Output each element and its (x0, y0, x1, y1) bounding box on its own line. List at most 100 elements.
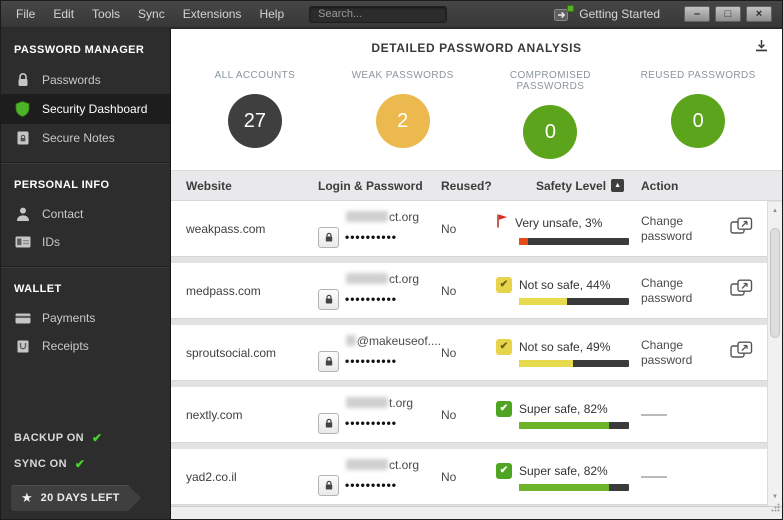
login-suffix: @makeuseof.... (357, 334, 441, 348)
website-cell: sproutsocial.com (171, 346, 318, 360)
stat-weak-passwords: WEAK PASSWORDS 2 (329, 66, 477, 170)
sidebar-item-label: IDs (42, 235, 60, 249)
sidebar-item-payments[interactable]: Payments (1, 304, 170, 332)
header-safety-level[interactable]: Safety Level ▲ (496, 179, 641, 193)
stat-circle: 2 (376, 94, 430, 148)
table-row: nextly.com t.org •••••••••• No (171, 387, 767, 443)
minimize-button[interactable]: – (684, 6, 710, 22)
change-password-action[interactable]: Change password (641, 214, 716, 244)
safety-text: Very unsafe, 3% (515, 216, 602, 230)
resize-grip-icon[interactable] (771, 499, 780, 517)
safety-bar-fill (519, 298, 567, 305)
login-password-cell: ct.org •••••••••• (318, 458, 441, 496)
safety-level-cell: Very unsafe, 3% (496, 213, 641, 245)
menu-tools[interactable]: Tools (83, 2, 129, 26)
reveal-password-button[interactable] (318, 475, 339, 496)
safety-bar-fill (519, 422, 609, 429)
menu-help[interactable]: Help (250, 2, 293, 26)
safety-bar-fill (519, 238, 528, 245)
safety-bar (519, 238, 629, 245)
reveal-password-button[interactable] (318, 227, 339, 248)
masked-password: •••••••••• (345, 416, 397, 430)
sidebar-item-secure-notes[interactable]: Secure Notes (1, 124, 170, 152)
open-in-window-icon[interactable] (730, 217, 753, 240)
login-suffix: ct.org (389, 272, 419, 286)
redacted-login (346, 273, 388, 284)
stat-circle: 0 (671, 94, 725, 148)
backup-status-label: BACKUP ON (14, 432, 84, 444)
no-action-dash (641, 414, 667, 416)
main-header: DETAILED PASSWORD ANALYSIS (171, 29, 782, 66)
menu-sync[interactable]: Sync (129, 2, 174, 26)
maximize-button[interactable]: □ (715, 6, 741, 22)
shield-icon (14, 101, 31, 117)
masked-password: •••••••••• (345, 478, 397, 492)
menu-file[interactable]: File (7, 2, 44, 26)
login-suffix: t.org (389, 396, 413, 410)
table-row: weakpass.com ct.org •••••••••• No (171, 201, 767, 257)
safety-bar (519, 298, 629, 305)
id-card-icon (14, 236, 31, 248)
download-report-icon[interactable] (755, 39, 768, 57)
page-title: DETAILED PASSWORD ANALYSIS (371, 41, 581, 55)
change-password-action[interactable]: Change password (641, 276, 716, 306)
getting-started-button[interactable]: Getting Started (554, 7, 660, 22)
section-title-password-manager: PASSWORD MANAGER (1, 29, 170, 65)
masked-password: •••••••••• (345, 230, 397, 244)
sidebar-item-label: Receipts (42, 339, 89, 353)
sidebar-item-passwords[interactable]: Passwords (1, 65, 170, 94)
safety-bar (519, 360, 629, 367)
open-in-window-icon[interactable] (730, 341, 753, 364)
login-suffix: ct.org (389, 210, 419, 224)
redacted-login (346, 397, 388, 408)
sidebar-item-receipts[interactable]: Receipts (1, 332, 170, 360)
scrollbar-thumb[interactable] (770, 228, 780, 338)
stat-circle: 0 (523, 105, 577, 159)
search-input[interactable] (309, 6, 447, 23)
safety-text: Not so safe, 49% (519, 340, 610, 354)
reveal-password-button[interactable] (318, 413, 339, 434)
stat-reused-passwords: REUSED PASSWORDS 0 (624, 66, 772, 170)
safety-text: Super safe, 82% (519, 402, 608, 416)
sidebar-item-security-dashboard[interactable]: Security Dashboard (1, 94, 170, 124)
vertical-scrollbar[interactable]: ▲ ▼ (767, 202, 782, 506)
red-flag-icon (496, 213, 508, 233)
header-website[interactable]: Website (171, 179, 318, 193)
credit-card-icon (14, 313, 31, 324)
redacted-login (346, 335, 356, 346)
sidebar-item-contact[interactable]: Contact (1, 200, 170, 228)
reveal-password-button[interactable] (318, 351, 339, 372)
warning-check-icon: ✔ (496, 277, 512, 293)
stat-circle: 27 (228, 94, 282, 148)
stat-label: REUSED PASSWORDS (624, 70, 772, 81)
header-reused[interactable]: Reused? (441, 179, 496, 193)
masked-password: •••••••••• (345, 354, 397, 368)
stat-label: WEAK PASSWORDS (329, 70, 477, 81)
sidebar-item-label: Secure Notes (42, 131, 115, 145)
open-in-window-icon[interactable] (730, 279, 753, 302)
table-header: Website Login & Password Reused? Safety … (171, 171, 782, 201)
trial-days-badge[interactable]: ★ 20 DAYS LEFT (11, 485, 141, 511)
table-row: yad2.co.il ct.org •••••••••• No (171, 449, 767, 505)
login-password-cell: ct.org •••••••••• (318, 272, 441, 310)
menu-edit[interactable]: Edit (44, 2, 83, 26)
sidebar-item-ids[interactable]: IDs (1, 228, 170, 256)
header-login-password[interactable]: Login & Password (318, 179, 441, 193)
scroll-up-icon[interactable]: ▲ (768, 204, 782, 218)
change-password-action[interactable]: Change password (641, 338, 716, 368)
close-button[interactable]: × (746, 6, 772, 22)
header-safety-level-label: Safety Level (536, 179, 606, 193)
notification-badge (567, 5, 574, 12)
safety-level-cell: ✔ Not so safe, 49% (496, 339, 641, 367)
warning-check-icon: ✔ (496, 339, 512, 355)
safety-text: Not so safe, 44% (519, 278, 610, 292)
menu-extensions[interactable]: Extensions (174, 2, 251, 26)
reused-cell: No (441, 284, 496, 298)
reveal-password-button[interactable] (318, 289, 339, 310)
header-action[interactable]: Action (641, 179, 716, 193)
table-row: sproutsocial.com @makeuseof.... ••••••••… (171, 325, 767, 381)
section-title-wallet: WALLET (1, 268, 170, 304)
reused-cell: No (441, 408, 496, 422)
safety-level-cell: ✔ Super safe, 82% (496, 463, 641, 491)
stat-label: ALL ACCOUNTS (181, 70, 329, 81)
